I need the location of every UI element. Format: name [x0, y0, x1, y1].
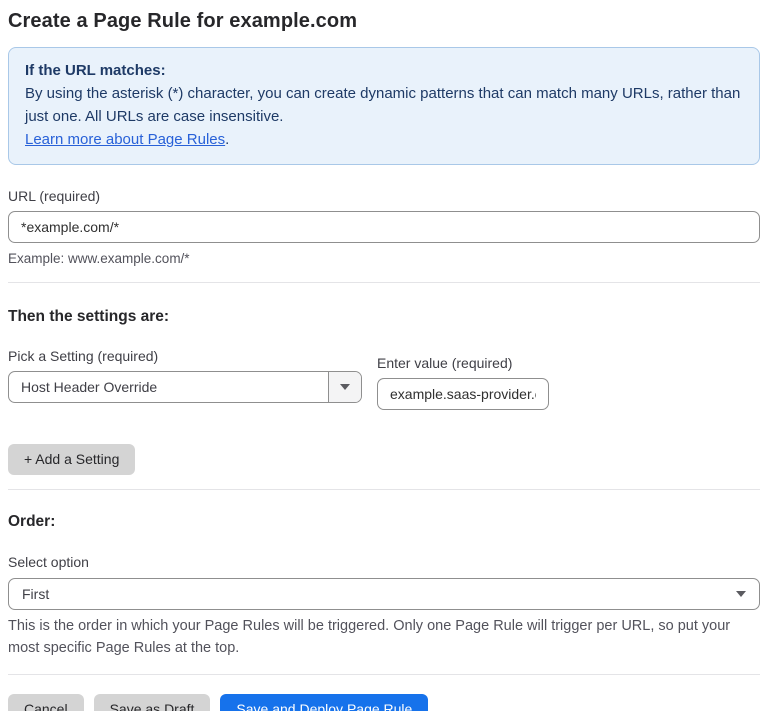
setting-select-value: Host Header Override	[21, 379, 158, 395]
link-suffix: .	[225, 131, 230, 148]
info-box-heading: If the URL matches:	[25, 62, 166, 79]
save-as-draft-button[interactable]: Save as Draft	[93, 694, 211, 711]
learn-more-link[interactable]: Learn more about Page Rules	[25, 131, 225, 148]
url-field-label: URL (required)	[8, 188, 101, 204]
add-setting-button[interactable]: + Add a Setting	[8, 444, 136, 475]
setting-value-column: Enter value (required)	[377, 356, 549, 410]
caret-down-icon	[340, 384, 350, 390]
order-select-value: First	[22, 586, 50, 602]
url-helper-text: Example: www.example.com/*	[8, 251, 190, 266]
url-input[interactable]	[8, 211, 760, 243]
info-link-line: Learn more about Page Rules.	[25, 128, 743, 151]
setting-picker-column: Pick a Setting (required) Host Header Ov…	[8, 349, 362, 410]
order-select[interactable]: First	[8, 578, 760, 610]
caret-down-icon	[736, 591, 746, 597]
divider	[8, 489, 760, 490]
setting-select-arrow-button[interactable]	[328, 372, 361, 402]
divider	[8, 282, 760, 283]
form-actions: Cancel Save as Draft Save and Deploy Pag…	[8, 694, 762, 711]
order-select-label: Select option	[8, 554, 89, 570]
cancel-button[interactable]: Cancel	[8, 694, 84, 711]
settings-row: Pick a Setting (required) Host Header Ov…	[8, 349, 762, 410]
url-match-info-box: If the URL matches: By using the asteris…	[8, 47, 760, 165]
order-section-heading: Order:	[8, 513, 56, 530]
save-and-deploy-button[interactable]: Save and Deploy Page Rule	[220, 694, 429, 711]
page-title: Create a Page Rule for example.com	[8, 10, 358, 32]
setting-value-label: Enter value (required)	[377, 355, 513, 371]
page-rule-form: Create a Page Rule for example.com If th…	[0, 0, 772, 711]
settings-section-heading: Then the settings are:	[8, 308, 170, 325]
setting-value-input[interactable]	[377, 378, 549, 410]
info-box-body: By using the asterisk (*) character, you…	[25, 85, 741, 125]
divider	[8, 674, 760, 675]
order-helper-text: This is the order in which your Page Rul…	[8, 618, 731, 656]
setting-picker-label: Pick a Setting (required)	[8, 348, 159, 364]
setting-select[interactable]: Host Header Override	[8, 371, 362, 403]
